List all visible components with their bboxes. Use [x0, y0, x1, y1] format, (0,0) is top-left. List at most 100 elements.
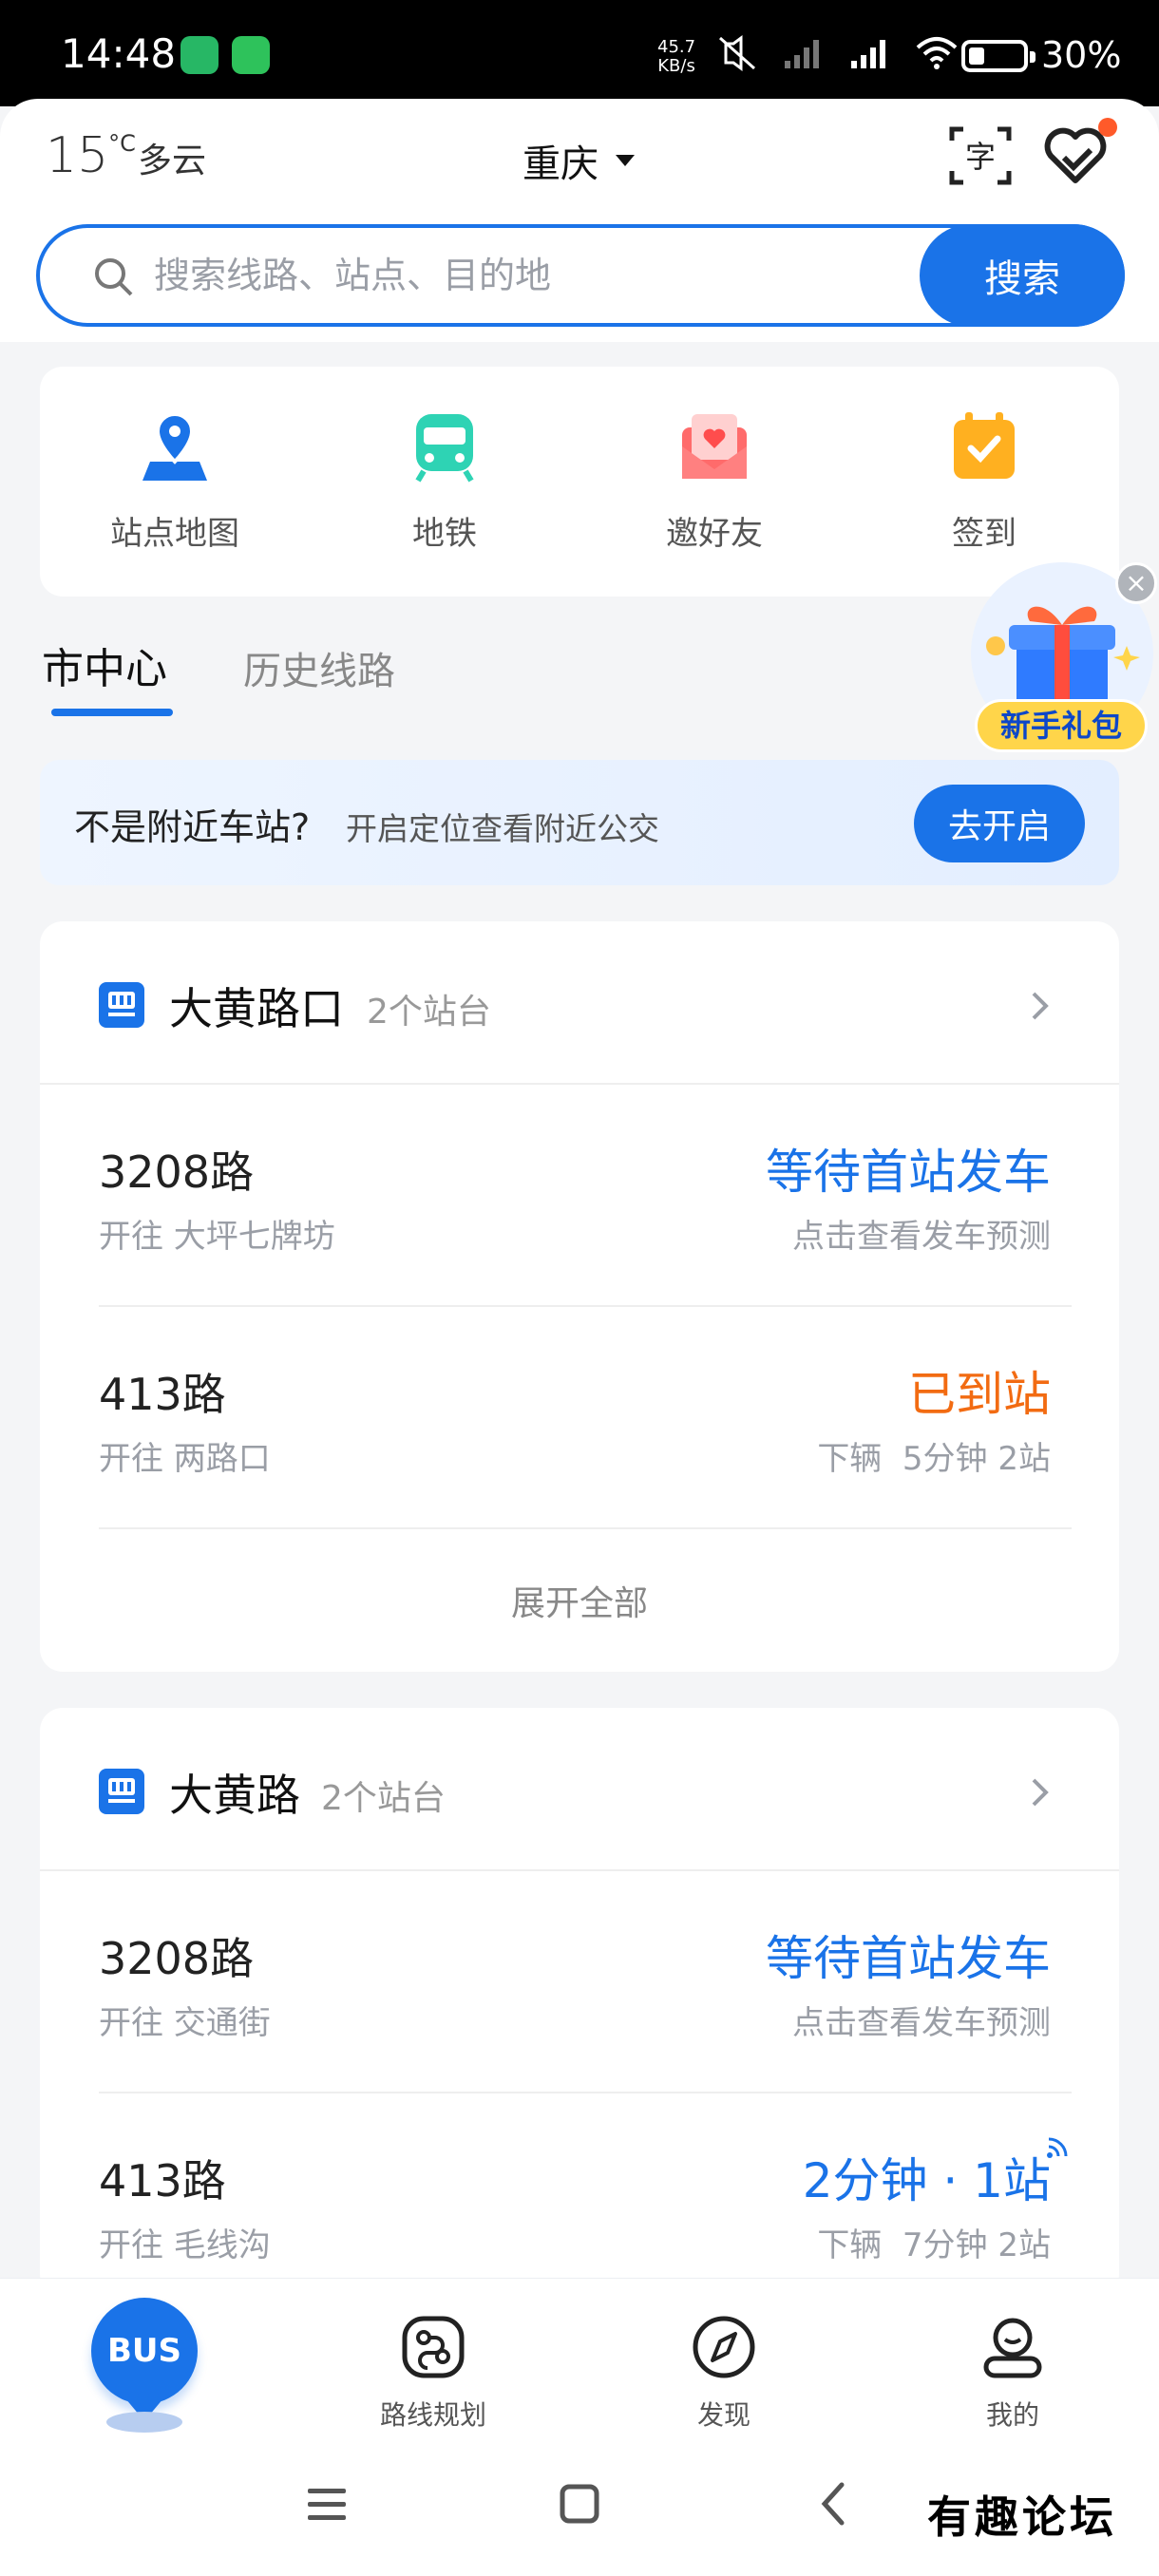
system-nav-bar: 有趣论坛: [0, 2439, 1159, 2576]
nav-label: 我的: [985, 2399, 1039, 2431]
shortcut-station-map[interactable]: 站点地图: [40, 367, 310, 597]
location-hint: 开启定位查看附近公交: [346, 810, 659, 847]
temperature: 15: [46, 127, 109, 184]
nav-label: 路线规划: [379, 2399, 486, 2431]
map-pin-icon: [142, 411, 207, 481]
route-number: 3208路: [99, 1933, 255, 1984]
tab-profile[interactable]: 我的: [918, 2313, 1108, 2433]
compass-icon: [693, 2316, 755, 2378]
gift-label[interactable]: 新手礼包: [975, 699, 1148, 752]
tab-history-routes[interactable]: 历史线路: [243, 640, 395, 695]
bottom-nav: BUS 路线规划 发现 我的: [0, 2278, 1159, 2439]
arrival-detail: 下辆 7分钟 2站: [817, 2226, 1051, 2264]
mute-vibrate-icon: [719, 35, 755, 71]
route-direction: 开往 毛线沟: [99, 2226, 271, 2264]
arrival-detail: 下辆 5分钟 2站: [817, 1440, 1051, 1478]
bus-stop-icon: [99, 982, 144, 1028]
close-icon[interactable]: ×: [1115, 562, 1157, 604]
nav-label: 发现: [696, 2399, 750, 2431]
bus-stop-icon: [99, 1769, 144, 1814]
network-speed-unit: KB/s: [657, 56, 695, 76]
expand-all-button[interactable]: 展开全部: [40, 1529, 1119, 1672]
home-icon[interactable]: [551, 2475, 608, 2532]
location-banner: 不是附近车站? 开启定位查看附近公交 去开启: [40, 760, 1119, 885]
route-row[interactable]: 3208路 开往 交通街 等待首站发车 点击查看发车预测: [99, 1871, 1072, 2093]
caret-down-icon: [616, 155, 635, 166]
city-selector[interactable]: 重庆: [522, 133, 635, 188]
arrival-status: 等待首站发车: [766, 1931, 1051, 1986]
bus-tab-shadow: [106, 2412, 182, 2433]
chevron-right-icon: [1032, 1778, 1049, 1807]
shortcut-label: 地铁: [412, 515, 477, 553]
notification-dot: [1098, 118, 1117, 137]
arrival-detail: 点击查看发车预测: [792, 1218, 1051, 1256]
station-name: 大黄路: [169, 1770, 300, 1821]
arrival-status: 等待首站发车: [766, 1145, 1051, 1200]
station-card: 大黄路 2个站台 3208路 开往 交通街 等待首站发车 点击查看发车预测 41…: [40, 1708, 1119, 2297]
tab-bus[interactable]: BUS: [91, 2298, 198, 2421]
chevron-right-icon: [1032, 992, 1049, 1020]
route-direction: 开往 大坪七牌坊: [99, 1218, 335, 1256]
app-header: 15 °C 多云 重庆 字 搜索: [0, 99, 1159, 342]
weather-widget[interactable]: 15 °C 多云: [46, 127, 206, 184]
route-number: 3208路: [99, 1146, 255, 1198]
search-icon: [95, 258, 133, 296]
arrival-status: 2分钟 · 1站: [802, 2153, 1051, 2208]
shortcut-grid: 站点地图 地铁 邀好友 签到: [40, 367, 1119, 597]
status-time: 14:48: [61, 30, 177, 77]
search-bar[interactable]: 搜索: [36, 224, 1125, 327]
user-profile-icon: [983, 2318, 1042, 2378]
search-button[interactable]: 搜索: [920, 224, 1125, 327]
station-header[interactable]: 大黄路 2个站台: [40, 1708, 1119, 1871]
shortcut-label: 站点地图: [110, 515, 239, 553]
battery-level: 30%: [1041, 34, 1122, 76]
network-speed-value: 45.7: [657, 37, 696, 57]
route-row[interactable]: 3208路 开往 大坪七牌坊 等待首站发车 点击查看发车预测: [99, 1085, 1072, 1307]
platform-count: 2个站台: [367, 993, 491, 1032]
signal-off-icon: [785, 40, 819, 68]
route-number: 413路: [99, 1369, 226, 1420]
subway-icon: [415, 414, 474, 483]
shortcut-label: 签到: [952, 515, 1016, 553]
live-signal-icon: [1047, 2137, 1068, 2158]
svg-text:字: 字: [965, 139, 996, 175]
route-direction: 开往 交通街: [99, 2004, 271, 2042]
station-card: 大黄路口 2个站台 3208路 开往 大坪七牌坊 等待首站发车 点击查看发车预测…: [40, 921, 1119, 1672]
temperature-unit: °C: [108, 130, 136, 157]
tab-underline: [51, 709, 173, 716]
search-input[interactable]: [154, 249, 933, 302]
battery-icon: [961, 40, 1036, 72]
text-scan-icon[interactable]: 字: [946, 122, 1015, 190]
shortcut-subway[interactable]: 地铁: [310, 367, 580, 597]
tab-route-planning[interactable]: 路线规划: [338, 2313, 528, 2433]
route-row[interactable]: 413路 开往 两路口 已到站 下辆 5分钟 2站: [99, 1307, 1072, 1529]
enable-location-button[interactable]: 去开启: [914, 785, 1085, 862]
network-speed: 45.7 KB/s: [657, 38, 695, 76]
watermark: 有趣论坛: [927, 2491, 1117, 2543]
route-direction: 开往 两路口: [99, 1440, 271, 1478]
status-bar: 14:48 45.7 KB/s 30%: [0, 0, 1159, 106]
arrival-status: 已到站: [908, 1367, 1051, 1422]
signal-hd-icon: [851, 40, 885, 68]
station-header[interactable]: 大黄路口 2个站台: [40, 921, 1119, 1085]
location-prompt: 不是附近车站?: [74, 806, 311, 848]
shortcut-invite[interactable]: 邀好友: [580, 367, 849, 597]
platform-count: 2个站台: [321, 1779, 446, 1818]
tab-city-center[interactable]: 市中心: [42, 635, 167, 695]
back-icon[interactable]: [806, 2475, 863, 2532]
shortcut-label: 邀好友: [666, 515, 763, 553]
tab-discover[interactable]: 发现: [629, 2313, 819, 2433]
arrival-detail: 点击查看发车预测: [792, 2004, 1051, 2042]
invite-envelope-icon: [682, 414, 747, 479]
menu-icon[interactable]: [298, 2475, 355, 2532]
calendar-check-icon: [954, 412, 1015, 479]
route-row[interactable]: 413路 开往 毛线沟 2分钟 · 1站 下辆 7分钟 2站: [99, 2093, 1072, 2297]
weather-description: 多云: [137, 142, 206, 180]
station-name: 大黄路口: [169, 983, 344, 1034]
route-planning-icon: [402, 2316, 465, 2378]
wechat-notification-icon: [232, 36, 270, 74]
wifi-icon: [916, 37, 958, 69]
app-notification-icon: [180, 36, 218, 74]
city-name: 重庆: [522, 142, 598, 186]
route-number: 413路: [99, 2155, 226, 2207]
